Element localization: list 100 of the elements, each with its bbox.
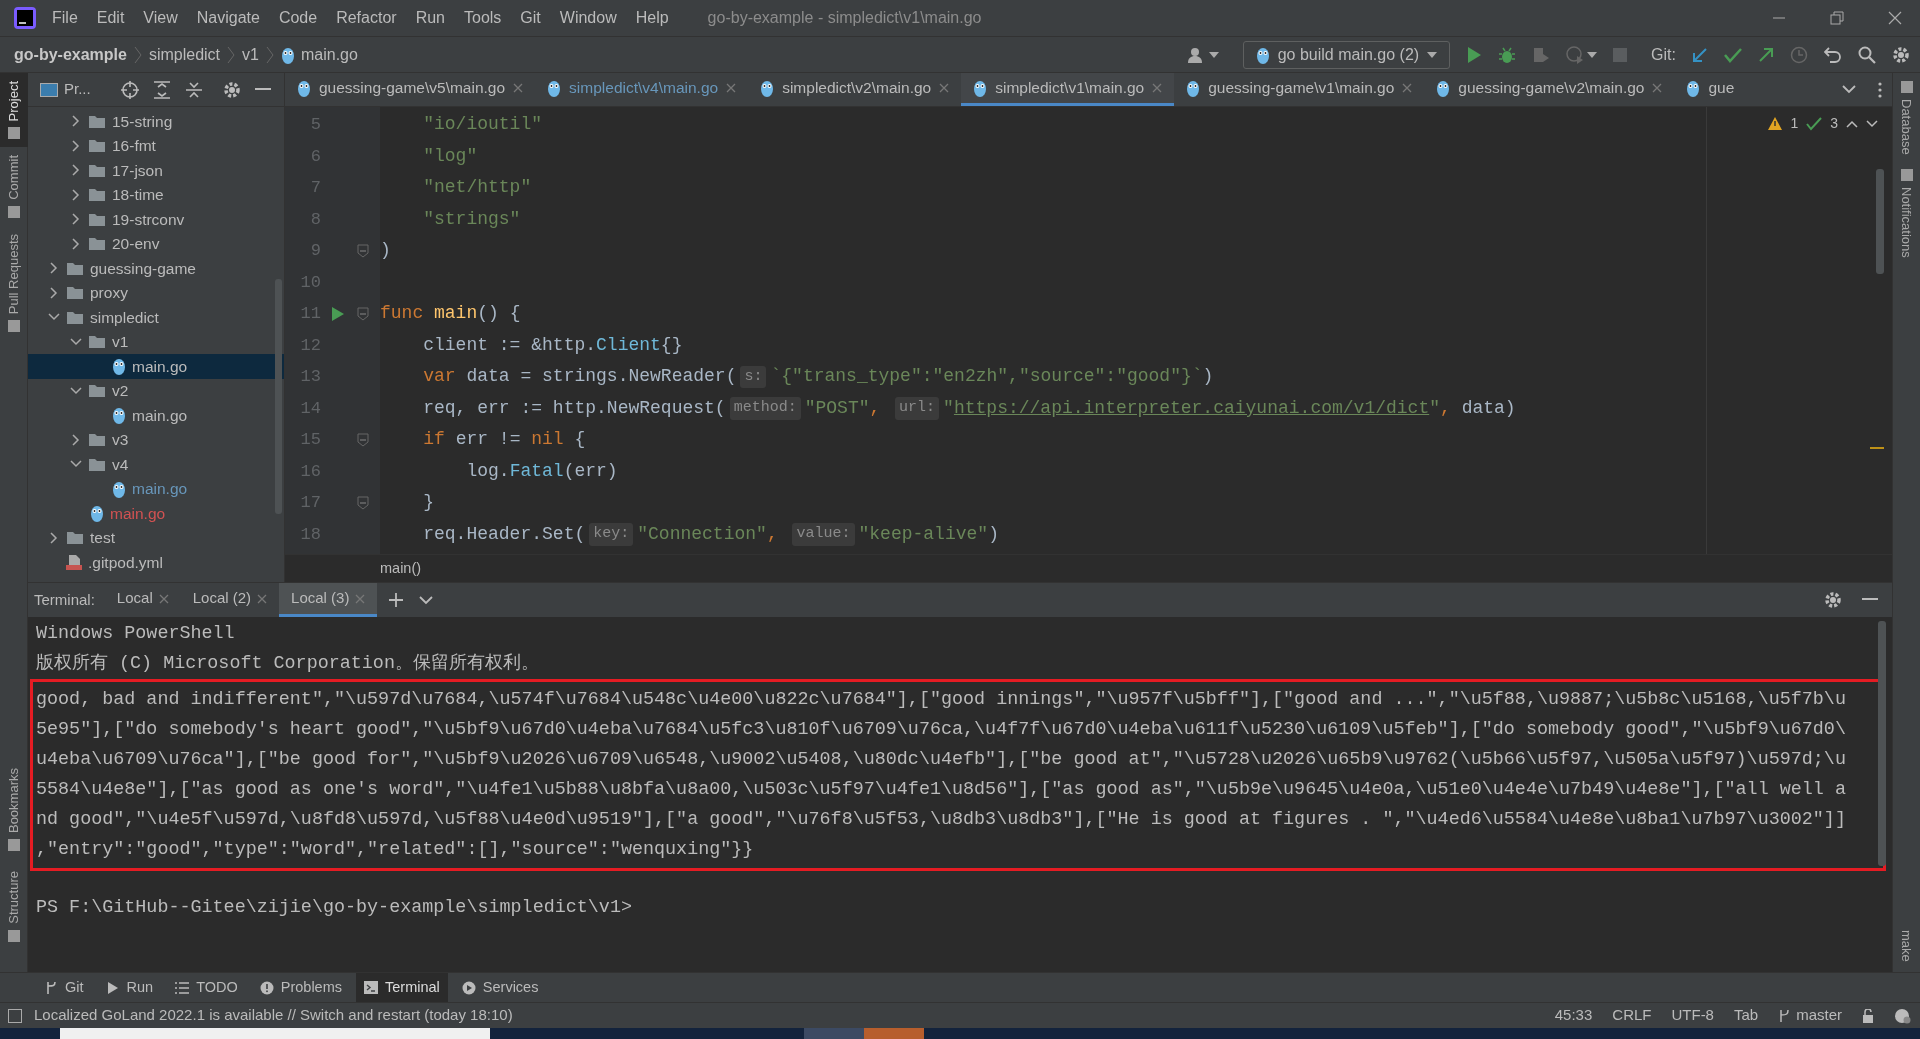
tool-window-button[interactable]: Notifications bbox=[1896, 168, 1917, 258]
run-configuration-dropdown[interactable]: go build main.go (2) bbox=[1242, 40, 1451, 69]
editor-tab[interactable]: guessing-game\v5\main.go bbox=[285, 73, 536, 106]
tool-tab[interactable]: Run bbox=[97, 973, 162, 1002]
caret-down-icon[interactable] bbox=[1427, 51, 1438, 58]
restore-icon[interactable] bbox=[1830, 11, 1844, 25]
caret-down-icon[interactable] bbox=[1587, 51, 1598, 58]
menu-item[interactable]: Window bbox=[559, 6, 617, 30]
tree-item[interactable]: .gitpod.yml bbox=[28, 550, 284, 575]
tree-item[interactable]: v4 bbox=[28, 452, 284, 477]
tree-item[interactable]: 16-fmt bbox=[28, 133, 284, 158]
fold-marker-icon[interactable] bbox=[357, 495, 369, 510]
search-icon[interactable] bbox=[1858, 45, 1876, 64]
session-tab[interactable]: Local (3) bbox=[279, 583, 378, 617]
chevron-right-icon[interactable] bbox=[70, 164, 80, 177]
run-icon[interactable] bbox=[1466, 45, 1483, 64]
chevron-down-icon[interactable] bbox=[1842, 84, 1856, 95]
editor-tab[interactable]: gue bbox=[1674, 73, 1747, 106]
tree-item[interactable]: guessing-game bbox=[28, 256, 284, 281]
tree-item[interactable]: main.go bbox=[28, 403, 284, 428]
more-vertical-icon[interactable] bbox=[1878, 81, 1882, 98]
tree-item[interactable]: v1 bbox=[28, 329, 284, 354]
run-gutter-icon[interactable] bbox=[332, 306, 344, 321]
close-icon[interactable] bbox=[939, 83, 950, 93]
chevron-right-icon[interactable] bbox=[70, 188, 80, 201]
editor-tab[interactable]: simpledict\v2\main.go bbox=[748, 73, 962, 106]
git-branch[interactable]: master bbox=[1778, 1004, 1842, 1027]
chevron-down-icon[interactable] bbox=[70, 336, 82, 347]
profiler-dropdown[interactable] bbox=[1566, 45, 1598, 64]
tree-item[interactable]: test bbox=[28, 525, 284, 550]
chevron-right-icon[interactable] bbox=[48, 286, 58, 299]
update-arrow-icon[interactable] bbox=[1692, 46, 1708, 63]
settings-icon[interactable] bbox=[222, 80, 241, 99]
menu-item[interactable]: File bbox=[52, 6, 78, 30]
tree-item[interactable]: 17-json bbox=[28, 158, 284, 183]
chevron-down-icon[interactable] bbox=[70, 385, 82, 396]
tree-item[interactable]: main.go bbox=[28, 354, 284, 379]
tool-tab[interactable]: Problems bbox=[251, 973, 350, 1002]
chevron-right-icon[interactable] bbox=[70, 115, 80, 128]
menu-item[interactable]: Code bbox=[278, 6, 318, 30]
menu-item[interactable]: View bbox=[143, 6, 178, 30]
cursor-position[interactable]: 45:33 bbox=[1554, 1004, 1593, 1027]
close-icon[interactable] bbox=[1652, 83, 1663, 93]
scrollbar-thumb[interactable] bbox=[1878, 621, 1886, 866]
tool-window-button[interactable]: Pull Requests bbox=[0, 226, 28, 341]
plus-icon[interactable] bbox=[389, 593, 404, 607]
breadcrumb-item[interactable]: simpledict bbox=[148, 42, 221, 67]
fold-marker-icon[interactable] bbox=[357, 432, 369, 447]
status-message[interactable]: Localized GoLand 2022.1 is available // Switch and restart (today 18:10) bbox=[34, 1004, 513, 1027]
close-icon[interactable] bbox=[726, 83, 737, 93]
breadcrumb-item[interactable]: v1 bbox=[242, 42, 259, 67]
fold-marker-icon[interactable] bbox=[357, 243, 369, 258]
tree-item[interactable]: main.go bbox=[28, 476, 284, 501]
indent-setting[interactable]: Tab bbox=[1733, 1004, 1759, 1027]
settings-icon[interactable] bbox=[1892, 45, 1910, 64]
tool-tab[interactable]: TODO bbox=[167, 973, 246, 1002]
caret-down-icon[interactable] bbox=[1208, 51, 1219, 58]
close-icon[interactable] bbox=[257, 593, 268, 604]
tool-window-button[interactable]: Bookmarks bbox=[0, 768, 28, 852]
menu-item[interactable]: Run bbox=[415, 6, 445, 30]
editor-tab[interactable]: simpledict\v1\main.go bbox=[961, 73, 1175, 106]
rollback-icon[interactable] bbox=[1824, 46, 1842, 63]
expand-all-icon[interactable] bbox=[152, 80, 171, 99]
url-link[interactable]: https://api.interpreter.caiyunai.com/v1/dict bbox=[953, 394, 1430, 422]
tool-tab[interactable]: Terminal bbox=[356, 973, 448, 1002]
menu-item[interactable]: Navigate bbox=[196, 6, 260, 30]
tree-item[interactable]: v3 bbox=[28, 427, 284, 452]
scrollbar-thumb[interactable] bbox=[1876, 169, 1884, 274]
breadcrumb-item[interactable]: go-by-example bbox=[14, 42, 127, 67]
tree-item[interactable]: 20-env bbox=[28, 231, 284, 256]
tree-item[interactable]: proxy bbox=[28, 280, 284, 305]
menu-item[interactable]: Refactor bbox=[336, 6, 397, 30]
breadcrumb-item[interactable]: main.go bbox=[300, 42, 358, 67]
close-icon[interactable] bbox=[1888, 11, 1902, 25]
tool-window-button[interactable]: Structure bbox=[0, 871, 28, 942]
code-breadcrumb[interactable]: main() bbox=[380, 557, 422, 580]
tool-window-button[interactable]: Project bbox=[0, 73, 28, 148]
chevron-right-icon[interactable] bbox=[48, 262, 58, 275]
chevron-down-icon[interactable] bbox=[48, 312, 60, 323]
checkmark-icon[interactable] bbox=[1724, 46, 1742, 63]
close-icon[interactable] bbox=[1402, 83, 1413, 93]
line-separator[interactable]: CRLF bbox=[1612, 1004, 1652, 1027]
user-dropdown[interactable] bbox=[1187, 46, 1219, 63]
chevron-right-icon[interactable] bbox=[70, 213, 80, 226]
chevron-right-icon[interactable] bbox=[48, 531, 58, 544]
fold-marker-icon[interactable] bbox=[357, 306, 369, 321]
menu-item[interactable]: Git bbox=[520, 6, 541, 30]
minimize-icon[interactable] bbox=[1862, 598, 1878, 602]
close-icon[interactable] bbox=[158, 593, 169, 604]
tree-item[interactable]: 15-string bbox=[28, 109, 284, 134]
scrollbar-thumb[interactable] bbox=[275, 279, 282, 514]
session-tab[interactable]: Local (2) bbox=[180, 583, 280, 617]
tree-item[interactable]: 18-time bbox=[28, 182, 284, 207]
panel-title[interactable]: Pr... bbox=[64, 78, 91, 101]
session-tab[interactable]: Local bbox=[104, 583, 181, 617]
editor-tab[interactable]: guessing-game\v1\main.go bbox=[1174, 73, 1425, 106]
chevron-right-icon[interactable] bbox=[70, 139, 80, 152]
tree-item[interactable]: v2 bbox=[28, 378, 284, 403]
close-icon[interactable] bbox=[513, 83, 524, 93]
menu-item[interactable]: Edit bbox=[96, 6, 125, 30]
